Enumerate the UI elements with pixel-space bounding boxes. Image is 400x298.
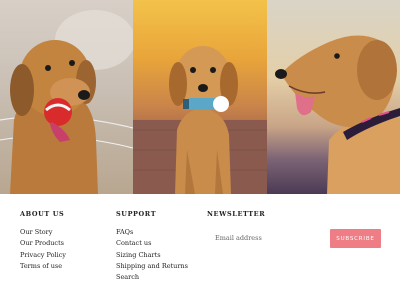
footer-link-search[interactable]: Search bbox=[116, 272, 188, 283]
footer-newsletter-section: NEWSLETTER bbox=[207, 210, 265, 227]
footer-link-sizing-charts[interactable]: Sizing Charts bbox=[116, 250, 188, 261]
email-placeholder: Email address bbox=[215, 234, 262, 242]
footer-about-section: ABOUT US Our Story Our Products Privacy … bbox=[20, 210, 66, 272]
footer-link-our-story[interactable]: Our Story bbox=[20, 227, 66, 238]
footer-link-terms-of-use[interactable]: Terms of use bbox=[20, 261, 66, 272]
footer-support-title: SUPPORT bbox=[116, 210, 157, 218]
newsletter-email-input[interactable]: Email address bbox=[207, 229, 319, 247]
footer-link-shipping-returns[interactable]: Shipping and Returns bbox=[116, 261, 188, 272]
footer-link-our-products[interactable]: Our Products bbox=[20, 238, 66, 249]
hero-image-dog-profile bbox=[267, 0, 400, 194]
subscribe-button[interactable]: SUBSCRIBE bbox=[330, 229, 381, 248]
hero-banner bbox=[0, 0, 400, 194]
footer-support-section: SUPPORT FAQs Contact us Sizing Charts Sh… bbox=[116, 210, 188, 283]
footer-newsletter-title: NEWSLETTER bbox=[207, 210, 266, 218]
hero-image-dog-sunset bbox=[133, 0, 267, 194]
footer-link-contact-us[interactable]: Contact us bbox=[116, 238, 188, 249]
footer-about-title: ABOUT US bbox=[20, 210, 65, 218]
site-footer: ABOUT US Our Story Our Products Privacy … bbox=[0, 194, 400, 298]
footer-link-privacy-policy[interactable]: Privacy Policy bbox=[20, 250, 66, 261]
hero-image-dog-ball bbox=[0, 0, 133, 194]
footer-link-faqs[interactable]: FAQs bbox=[116, 227, 188, 238]
